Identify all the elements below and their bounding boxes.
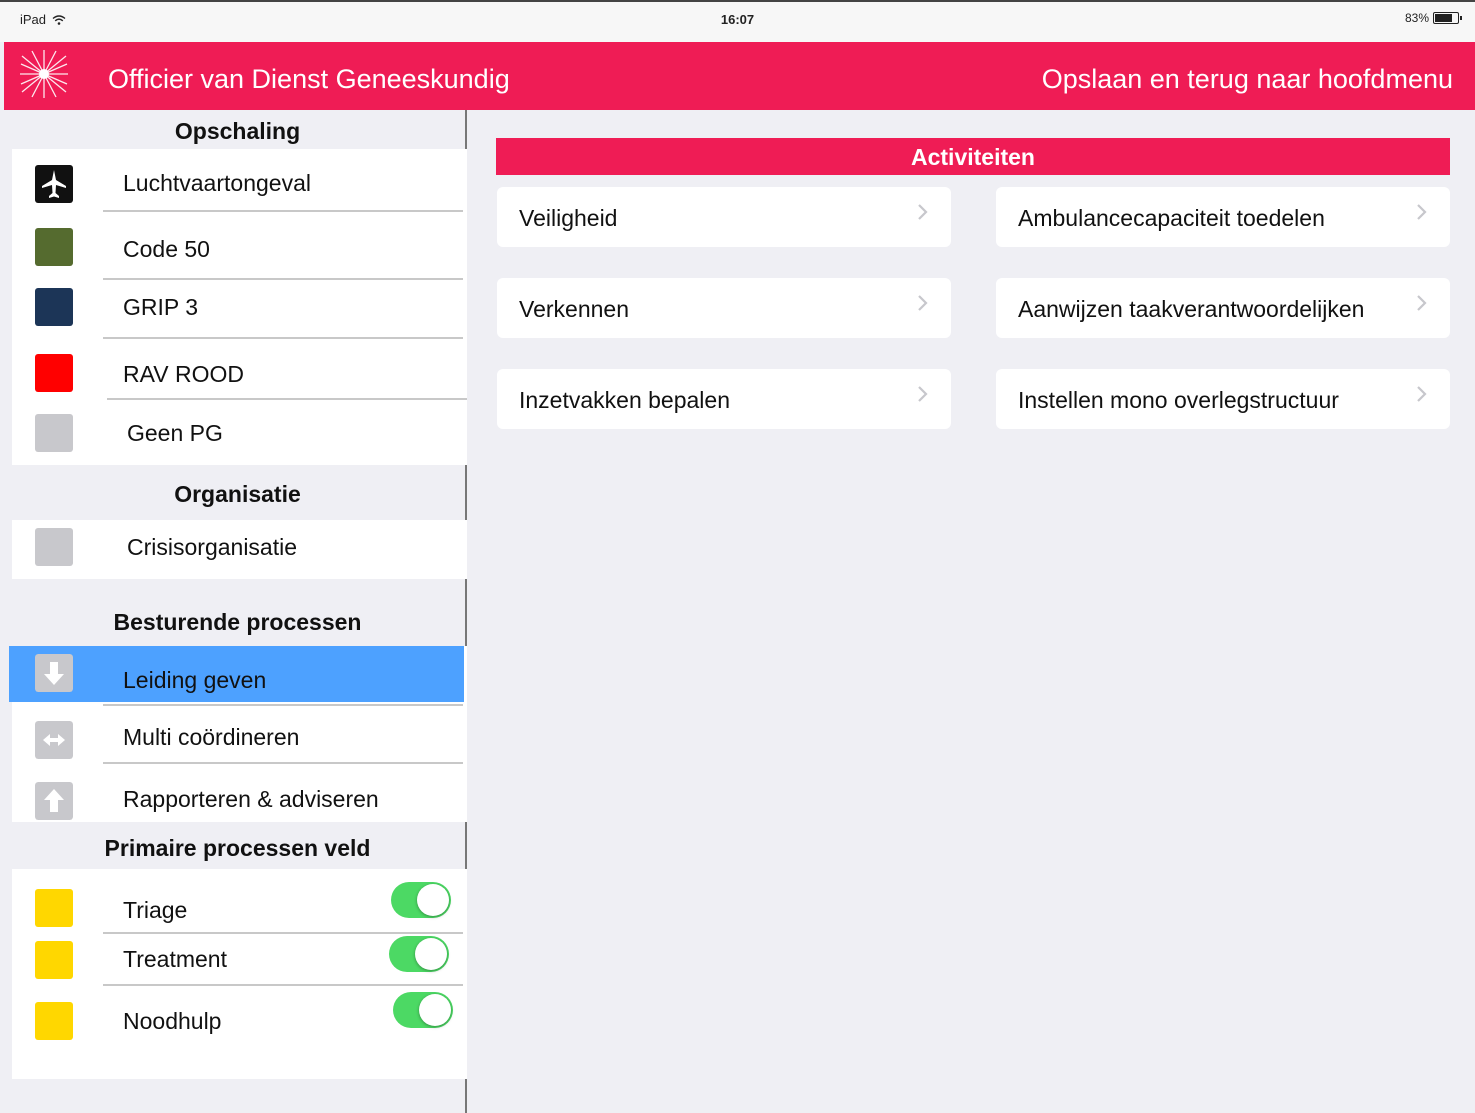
organisatie-list: Crisisorganisatie: [12, 520, 467, 579]
color-swatch-icon: [35, 528, 73, 566]
opschaling-item-rav-rood[interactable]: RAV ROOD: [12, 339, 467, 400]
besturende-item-label: Rapporteren & adviseren: [123, 786, 379, 812]
arrow-up-icon: [35, 782, 73, 820]
battery-percentage: 83%: [1404, 11, 1429, 25]
activity-label: Inzetvakken bepalen: [519, 387, 730, 413]
save-and-back-button[interactable]: Opslaan en terug naar hoofdmenu: [1042, 64, 1453, 95]
opschaling-item-luchtvaartongeval[interactable]: Luchtvaartongeval: [12, 152, 467, 212]
opschaling-item-label: Luchtvaartongeval: [123, 170, 311, 196]
color-swatch-icon: [35, 228, 73, 266]
section-heading-primaire-processen-veld: Primaire processen veld: [104, 835, 371, 861]
status-right: 83%: [1404, 11, 1462, 25]
chevron-right-icon: [918, 295, 928, 311]
treatment-toggle[interactable]: [389, 936, 449, 972]
section-heading-organisatie: Organisatie: [174, 481, 301, 507]
primaire-item-label: Triage: [123, 897, 188, 923]
arrow-down-icon: [35, 654, 73, 692]
activity-instellen-mono-overlegstructuur[interactable]: Instellen mono overlegstructuur: [996, 369, 1450, 429]
organisatie-item-label: Crisisorganisatie: [127, 534, 298, 560]
opschaling-item-grip-3[interactable]: GRIP 3: [12, 280, 467, 339]
battery-icon: [1433, 12, 1462, 24]
activity-inzetvakken-bepalen[interactable]: Inzetvakken bepalen: [497, 369, 951, 429]
activities-heading: Activiteiten: [496, 138, 1450, 175]
color-swatch-icon: [35, 889, 73, 927]
chevron-right-icon: [1417, 204, 1427, 220]
activity-veiligheid[interactable]: Veiligheid: [497, 187, 951, 247]
arrow-left-right-icon: [35, 721, 73, 759]
color-swatch-icon: [35, 941, 73, 979]
primaire-list: Triage Treatment Noodhulp: [12, 869, 467, 1079]
airplane-icon: [35, 165, 73, 203]
primaire-item-label: Treatment: [123, 946, 227, 972]
color-swatch-icon: [35, 1002, 73, 1040]
activity-ambulancecapaciteit-toedelen[interactable]: Ambulancecapaciteit toedelen: [996, 187, 1450, 247]
app-logo-icon: [18, 48, 70, 100]
opschaling-item-label: Geen PG: [127, 420, 223, 446]
status-time: 16:07: [720, 12, 755, 27]
app-header: Officier van Dienst Geneeskundig Opslaan…: [4, 42, 1475, 110]
activity-label: Ambulancecapaciteit toedelen: [1018, 205, 1325, 231]
primaire-item-triage[interactable]: Triage: [12, 869, 467, 934]
organisatie-item-crisisorganisatie[interactable]: Crisisorganisatie: [12, 520, 467, 580]
section-heading-opschaling: Opschaling: [174, 118, 301, 144]
opschaling-item-code-50[interactable]: Code 50: [12, 212, 467, 280]
toggle-knob: [419, 994, 451, 1026]
noodhulp-toggle[interactable]: [393, 992, 453, 1028]
divider: [103, 704, 463, 706]
chevron-right-icon: [918, 386, 928, 402]
color-swatch-icon: [35, 354, 73, 392]
activity-aanwijzen-taakverantwoordelijken[interactable]: Aanwijzen taakverantwoordelijken: [996, 278, 1450, 338]
page-title: Officier van Dienst Geneeskundig: [108, 64, 510, 94]
besturende-item-leiding-geven[interactable]: Leiding geven: [9, 646, 464, 702]
chevron-right-icon: [918, 204, 928, 220]
primaire-item-label: Noodhulp: [123, 1008, 222, 1034]
opschaling-item-label: GRIP 3: [123, 294, 198, 320]
primaire-item-treatment[interactable]: Treatment: [12, 934, 467, 986]
triage-toggle[interactable]: [391, 882, 451, 918]
activity-label: Verkennen: [519, 296, 629, 322]
besturende-item-multi-coordineren[interactable]: Multi coördineren: [12, 704, 467, 764]
sidebar: Opschaling Luchtvaartongeval Code 50 GRI…: [8, 110, 467, 1113]
besturende-list: Leiding geven Multi coördineren Rapporte…: [9, 646, 467, 822]
chevron-right-icon: [1417, 386, 1427, 402]
besturende-item-label: Leiding geven: [123, 667, 267, 693]
color-swatch-icon: [35, 414, 73, 452]
toggle-knob: [415, 938, 447, 970]
status-bar: iPad 16:07 83%: [0, 0, 1475, 42]
opschaling-item-geen-pg[interactable]: Geen PG: [12, 400, 467, 465]
opschaling-item-label: RAV ROOD: [123, 361, 244, 387]
color-swatch-icon: [35, 288, 73, 326]
chevron-right-icon: [1417, 295, 1427, 311]
besturende-item-rapporteren-adviseren[interactable]: Rapporteren & adviseren: [12, 764, 467, 822]
activity-verkennen[interactable]: Verkennen: [497, 278, 951, 338]
activity-label: Aanwijzen taakverantwoordelijken: [1018, 296, 1365, 322]
opschaling-item-label: Code 50: [123, 236, 210, 262]
activity-label: Veiligheid: [519, 205, 618, 231]
toggle-knob: [417, 884, 449, 916]
activity-label: Instellen mono overlegstructuur: [1018, 387, 1339, 413]
besturende-item-label: Multi coördineren: [123, 724, 300, 750]
opschaling-list: Luchtvaartongeval Code 50 GRIP 3 RAV ROO…: [12, 149, 467, 465]
section-heading-besturende-processen: Besturende processen: [113, 609, 362, 635]
primaire-item-noodhulp[interactable]: Noodhulp: [12, 986, 467, 1056]
